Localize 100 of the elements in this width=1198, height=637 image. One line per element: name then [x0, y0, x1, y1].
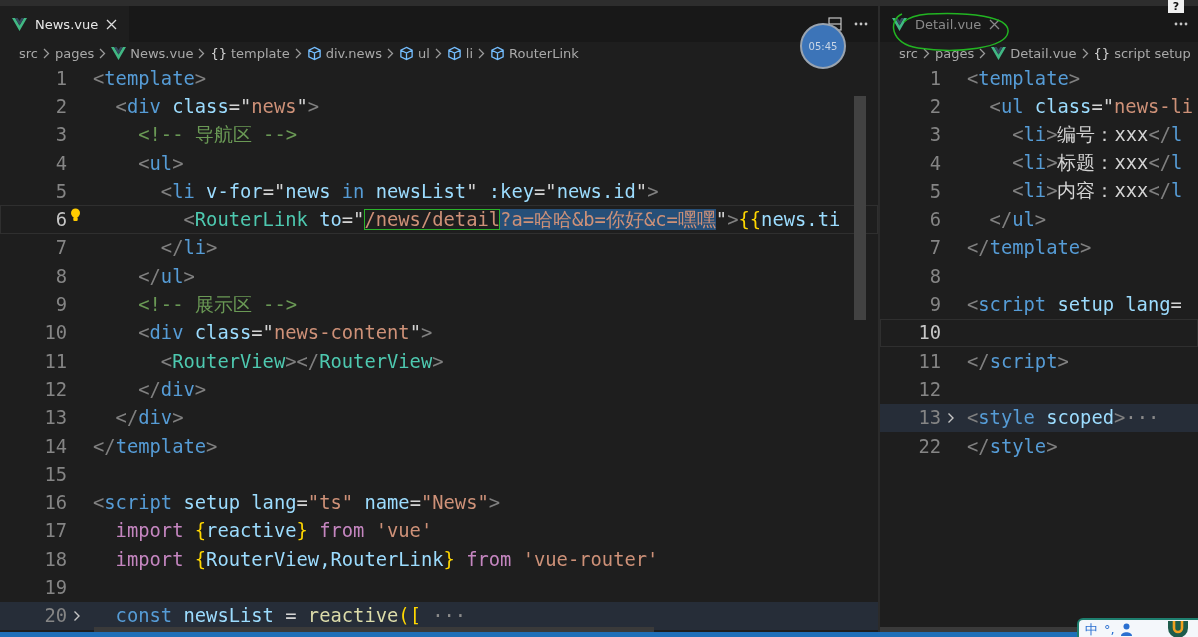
- more-actions-icon[interactable]: [854, 22, 868, 26]
- line-number: 12: [43, 378, 67, 400]
- code-line: <li v-for="news in newsList" :key="news.id">: [159, 180, 659, 202]
- line-number: 4: [928, 152, 941, 174]
- chevron-right-icon: [434, 47, 442, 59]
- input-mode-toggle[interactable]: 中: [1085, 620, 1098, 637]
- code-line: </div>: [114, 407, 184, 429]
- line-number: 14: [43, 435, 67, 457]
- line-number: 13: [917, 407, 941, 429]
- line-number: 20: [43, 605, 67, 627]
- editor-tab[interactable]: News.vue: [0, 6, 130, 42]
- line-number: 12: [917, 378, 941, 400]
- breadcrumb-item[interactable]: pages: [935, 45, 975, 61]
- chevron-right-icon: [979, 47, 987, 59]
- chevron-right-icon[interactable]: [73, 609, 81, 622]
- line-number: 3: [54, 124, 67, 146]
- punctuation-toggle[interactable]: °,: [1104, 622, 1115, 637]
- line-number: 11: [43, 350, 67, 372]
- code-line: import {reactive} from 'vue': [114, 520, 433, 542]
- chevron-right-icon: [294, 47, 302, 59]
- code-line: </ul>: [137, 265, 195, 287]
- code-line: <li>标题：xxx</l: [1011, 151, 1183, 176]
- code-line: <!-- 展示区 -->: [137, 292, 297, 317]
- vue-icon: [111, 45, 127, 61]
- breadcrumb-item[interactable]: div.news: [325, 45, 382, 61]
- chevron-right-icon: [1081, 47, 1089, 59]
- line-number: 7: [928, 237, 941, 259]
- line-number: 13: [43, 407, 67, 429]
- line-number: 6: [54, 209, 67, 231]
- line-number: 5: [54, 180, 67, 202]
- more-actions-icon[interactable]: [1174, 22, 1188, 26]
- code-line: </template>: [93, 435, 218, 457]
- line-number: 7: [54, 237, 67, 259]
- vue-icon: [892, 16, 907, 32]
- cube-icon: [446, 45, 462, 61]
- code-line: <template>: [93, 67, 207, 89]
- code-line: <ul>: [137, 152, 184, 174]
- code-line: <li>编号：xxx</l: [1011, 122, 1183, 147]
- code-line: <style scoped>···: [967, 407, 1160, 429]
- line-number: 16: [43, 492, 67, 514]
- line-number: 18: [43, 548, 67, 570]
- code-line: </script>: [967, 350, 1069, 372]
- scrollbar-thumb[interactable]: [880, 627, 1080, 632]
- breadcrumb-item[interactable]: ul: [418, 45, 430, 61]
- chevron-right-icon: [43, 47, 50, 59]
- breadcrumb-item[interactable]: src: [899, 45, 918, 61]
- scrollbar-thumb[interactable]: [854, 96, 866, 320]
- code-line: <!-- 导航区 -->: [137, 122, 297, 147]
- breadcrumb-item[interactable]: RouterLink: [509, 45, 579, 61]
- code-line: </ul>: [988, 209, 1047, 231]
- line-number: 11: [917, 350, 941, 372]
- chevron-right-icon: [923, 47, 930, 59]
- line-number: 9: [928, 294, 941, 315]
- braces-icon: {}: [210, 45, 227, 61]
- line-number: 6: [928, 209, 941, 231]
- breadcrumb-item[interactable]: News.vue: [130, 45, 194, 61]
- chevron-right-icon: [387, 47, 394, 59]
- tab-label: Detail.vue: [915, 16, 982, 32]
- code-line: </li>: [159, 237, 218, 259]
- breadcrumb-item[interactable]: pages: [55, 45, 95, 61]
- close-icon[interactable]: [989, 18, 1001, 30]
- code-line: </template>: [967, 237, 1092, 259]
- tab-label: News.vue: [35, 16, 99, 32]
- breadcrumb-item[interactable]: src: [19, 45, 38, 61]
- code-line: import {RouterView,RouterLink} from 'vue-router': [114, 548, 659, 570]
- line-number: 5: [928, 180, 941, 202]
- code-line: const newsList = reactive([ ···: [114, 605, 467, 627]
- chevron-right-icon: [478, 47, 486, 59]
- line-number: 1: [54, 67, 67, 89]
- chevron-right-icon[interactable]: [947, 411, 955, 424]
- line-number: 19: [43, 577, 67, 598]
- line-number: 8: [928, 265, 941, 287]
- code-line: </style>: [967, 435, 1058, 457]
- line-number: 10: [43, 322, 67, 344]
- line-number: 4: [54, 152, 67, 174]
- braces-icon: {}: [1093, 45, 1111, 61]
- scrollbar-thumb[interactable]: [94, 627, 654, 632]
- badge-icon: [1168, 621, 1188, 637]
- cube-icon: [399, 45, 414, 61]
- line-number: 2: [54, 95, 67, 117]
- line-number: 10: [917, 322, 941, 344]
- vue-icon: [991, 45, 1007, 61]
- line-number: 22: [917, 435, 941, 457]
- code-line: <script setup lang=: [967, 294, 1182, 315]
- breadcrumb-item[interactable]: li: [465, 45, 474, 61]
- user-icon[interactable]: [1120, 623, 1132, 636]
- code-line: <RouterLink to="/news/detail?a=哈哈&b=你好&c=嘿嘿">{{news.ti: [182, 207, 841, 232]
- code-line: <div class="news">: [114, 95, 320, 117]
- cube-icon: [490, 45, 506, 61]
- breadcrumb-item[interactable]: template: [231, 45, 290, 61]
- lightbulb-icon[interactable]: [70, 208, 81, 223]
- line-number: 3: [928, 124, 941, 146]
- breadcrumb-item[interactable]: Detail.vue: [1010, 45, 1077, 61]
- code-line: </div>: [137, 378, 207, 400]
- breadcrumb-item[interactable]: script setup: [1114, 45, 1191, 61]
- help-button[interactable]: ?: [1168, 0, 1184, 13]
- chevron-right-icon: [99, 47, 107, 59]
- line-number: 17: [43, 520, 67, 542]
- line-number: 9: [54, 294, 67, 315]
- code-line: <div class="news-content">: [137, 322, 433, 344]
